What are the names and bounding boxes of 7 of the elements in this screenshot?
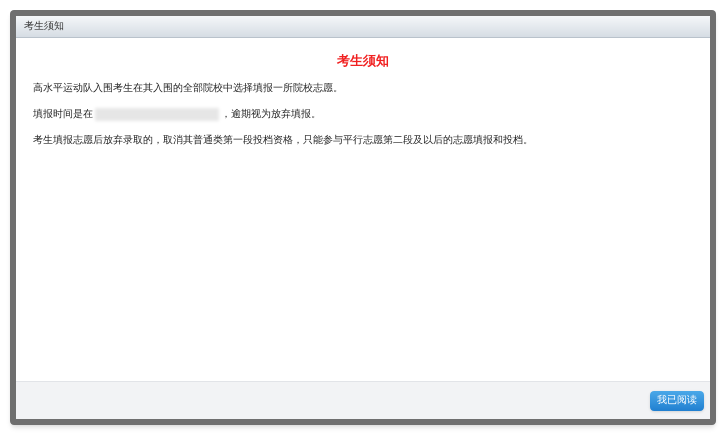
notice-heading: 考生须知 [337, 53, 389, 71]
notice-text: ，逾期视为放弃填报。 [221, 108, 321, 122]
notice-paragraph: 考生填报志愿后放弃录取的，取消其普通类第一段投档资格，只能参与平行志愿第二段及以后的志愿填报和投档。 [33, 134, 534, 148]
notice-paragraph: 高水平运动队入围考生在其入围的全部院校中选择填报一所院校志愿。 [33, 82, 344, 96]
window-title: 考生须知 [24, 20, 64, 34]
notice-text: 填报时间是在 [33, 108, 93, 122]
confirm-read-button[interactable]: 我已阅读 [650, 390, 704, 410]
